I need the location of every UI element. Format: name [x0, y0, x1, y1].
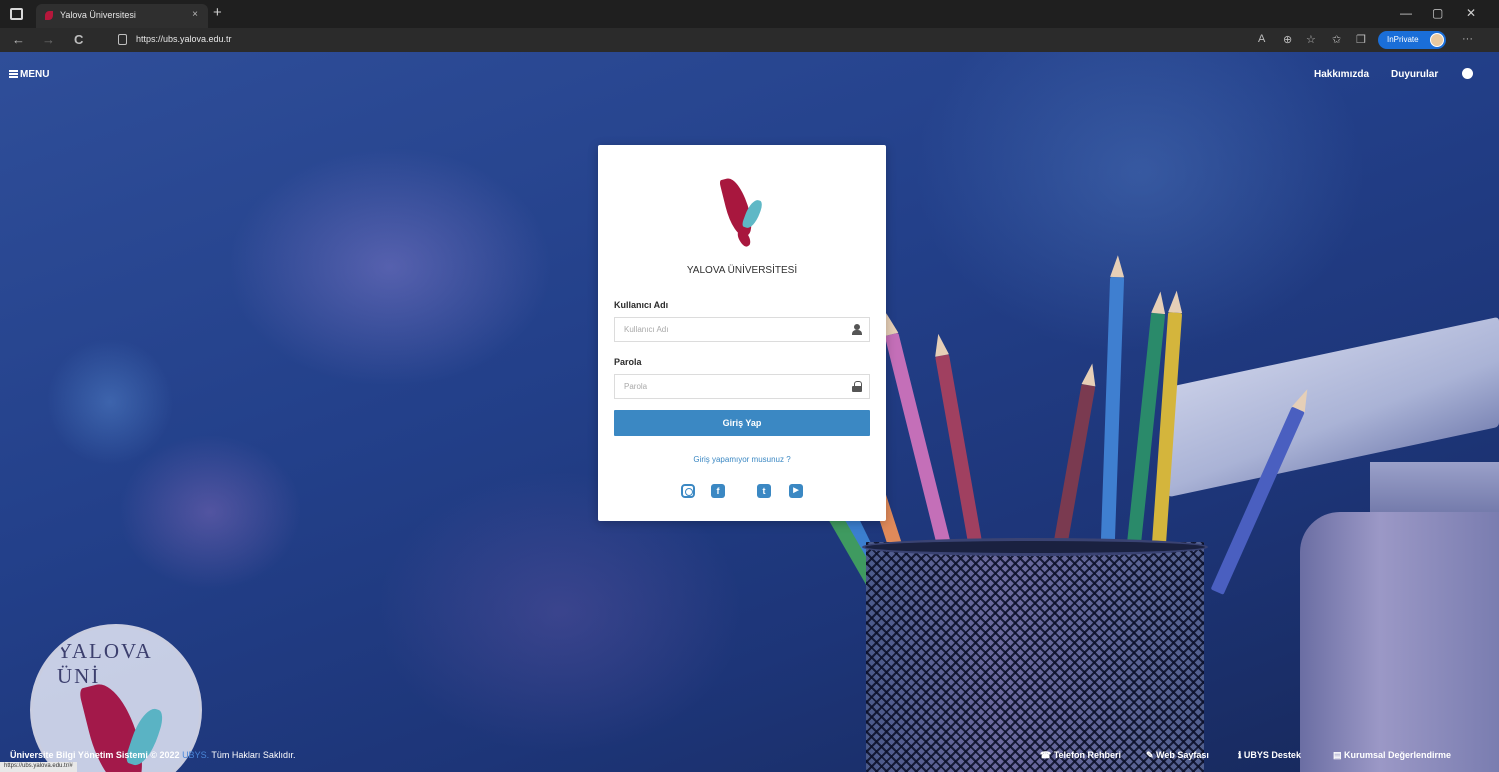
favorites-icon[interactable]: ✩ [1332, 33, 1341, 46]
more-icon[interactable]: ··· [1462, 33, 1473, 45]
tab-title: Yalova Üniversitesi [60, 10, 136, 20]
username-input[interactable]: Kullanıcı Adı [614, 317, 870, 342]
web-page-label: Web Sayfası [1156, 750, 1209, 760]
refresh-button[interactable]: C [74, 32, 83, 47]
web-page-link[interactable]: ✎ Web Sayfası [1146, 750, 1209, 761]
system-name: Üniversite Bilgi Yönetim Sistemi [10, 750, 148, 760]
avatar [1430, 33, 1444, 47]
cant-login-link[interactable]: Giriş yapamıyor musunuz ? [598, 455, 886, 464]
password-placeholder: Parola [624, 382, 648, 391]
support-label: UBYS Destek [1243, 750, 1301, 760]
maximize-button[interactable]: ▢ [1432, 6, 1443, 20]
language-globe-icon[interactable] [1462, 68, 1473, 79]
login-card: YALOVA ÜNİVERSİTESİ Kullanıcı Adı Kullan… [598, 145, 886, 521]
announcements-link[interactable]: Duyurular [1391, 69, 1438, 80]
menu-label: MENU [20, 69, 50, 80]
pencil-illustration [1100, 276, 1125, 568]
lock-icon [852, 381, 862, 392]
username-label: Kullanıcı Adı [614, 300, 669, 310]
inprivate-label: InPrivate [1387, 35, 1419, 44]
user-icon [852, 324, 862, 335]
username-placeholder: Kullanıcı Adı [624, 325, 669, 334]
facebook-icon[interactable]: f [711, 484, 725, 498]
pencil-cup-illustration [866, 542, 1204, 772]
collections-icon[interactable]: ❐ [1356, 33, 1366, 46]
feedback-link[interactable]: ▤ Kurumsal Değerlendirme [1333, 750, 1451, 761]
university-name: YALOVA ÜNİVERSİTESİ [686, 265, 798, 276]
password-input[interactable]: Parola [614, 374, 870, 399]
university-logo [598, 175, 886, 257]
new-tab-button[interactable]: + [213, 4, 222, 21]
product-name[interactable]: UBYS. [182, 750, 209, 760]
inprivate-badge[interactable]: InPrivate [1378, 31, 1446, 49]
copyright-year: © 2022 [150, 750, 180, 760]
seal-text: YALOVA ÜNİ [57, 639, 152, 688]
about-link[interactable]: Hakkımızda [1314, 69, 1369, 80]
favorites-add-icon[interactable]: ☆ [1306, 33, 1316, 46]
phone-book-label: Telefon Rehberi [1053, 750, 1122, 760]
tab-close-icon[interactable]: × [192, 9, 198, 20]
book-illustration [1300, 512, 1499, 772]
hamburger-icon [9, 70, 18, 78]
login-button[interactable]: Giriş Yap [614, 410, 870, 436]
youtube-icon[interactable]: ▶ [789, 484, 803, 498]
zoom-icon[interactable]: ⊕ [1283, 33, 1292, 46]
copyright-text: Üniversite Bilgi Yönetim Sistemi © 2022 … [10, 750, 295, 760]
menu-button[interactable]: MENU [9, 69, 49, 80]
site-top-nav: MENU Hakkımızda Duyurular [0, 52, 1499, 98]
lock-icon[interactable] [118, 34, 127, 45]
read-aloud-icon[interactable]: A [1258, 33, 1265, 45]
minimize-button[interactable]: — [1400, 6, 1412, 20]
browser-tab[interactable]: Yalova Üniversitesi × [36, 4, 208, 28]
url-field[interactable]: https://ubs.yalova.edu.tr [110, 31, 1230, 49]
forward-button[interactable]: → [42, 32, 55, 47]
feedback-label: Kurumsal Değerlendirme [1344, 750, 1452, 760]
status-url: https://ubs.yalova.edu.tr/# [0, 762, 77, 772]
phone-book-link[interactable]: ☎ Telefon Rehberi [1040, 750, 1121, 761]
page-background: MENU Hakkımızda Duyurular YALOVA ÜNİ YAL… [0, 52, 1499, 772]
favicon-icon [45, 11, 53, 20]
support-link[interactable]: ℹ UBYS Destek [1238, 750, 1301, 761]
url-text[interactable]: https://ubs.yalova.edu.tr [136, 34, 232, 44]
browser-tab-bar: Yalova Üniversitesi × + — ▢ ✕ [0, 0, 1499, 28]
instagram-icon[interactable] [681, 484, 695, 498]
password-label: Parola [614, 357, 642, 367]
rights-text: Tüm Hakları Saklıdır. [211, 750, 296, 760]
pencil-cup-rim [862, 538, 1208, 556]
close-window-button[interactable]: ✕ [1466, 6, 1476, 20]
page-footer: Üniversite Bilgi Yönetim Sistemi © 2022 … [0, 746, 1499, 772]
window-menu-icon[interactable] [10, 8, 23, 20]
browser-address-bar: ← → C https://ubs.yalova.edu.tr A ⊕ ☆ ✩ … [0, 28, 1499, 52]
twitter-icon[interactable]: t [757, 484, 771, 498]
back-button[interactable]: ← [12, 32, 25, 47]
